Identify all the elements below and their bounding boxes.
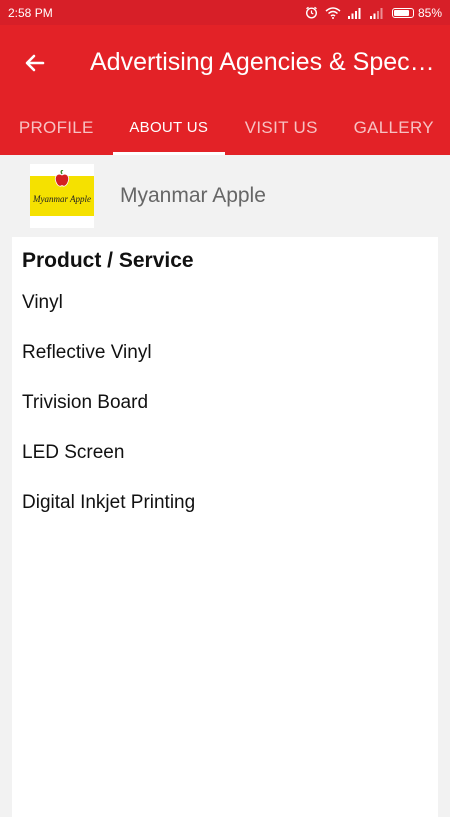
company-header: Myanmar Apple Myanmar Apple — [0, 155, 450, 237]
product-service-card: Product / Service VinylReflective VinylT… — [12, 237, 438, 817]
tab-about-us[interactable]: ABOUT US — [113, 100, 226, 155]
status-icons: 85% — [305, 6, 442, 20]
tab-visit-us[interactable]: VISIT US — [225, 100, 338, 155]
status-time: 2:58 PM — [8, 6, 53, 20]
battery-icon — [392, 8, 414, 18]
battery-percent: 85% — [418, 6, 442, 20]
product-list: VinylReflective VinylTrivision BoardLED … — [22, 291, 428, 541]
logo-badge: Myanmar Apple — [30, 176, 94, 216]
signal-icon-2 — [370, 7, 385, 19]
status-bar: 2:58 PM 85% — [0, 0, 450, 25]
apple-icon — [53, 170, 71, 188]
company-logo: Myanmar Apple — [30, 164, 94, 228]
tab-profile[interactable]: PROFILE — [0, 100, 113, 155]
section-heading: Product / Service — [22, 249, 428, 273]
signal-icon — [348, 7, 363, 19]
alarm-icon — [305, 6, 318, 19]
arrow-left-icon — [23, 51, 47, 75]
tab-gallery[interactable]: GALLERY — [338, 100, 450, 155]
list-item: LED Screen — [22, 441, 428, 491]
list-item: Reflective Vinyl — [22, 341, 428, 391]
back-button[interactable] — [0, 25, 70, 100]
battery-indicator: 85% — [392, 6, 442, 20]
list-item: Digital Inkjet Printing — [22, 491, 428, 541]
tab-bar: PROFILEABOUT USVISIT USGALLERY — [0, 100, 450, 155]
company-name: Myanmar Apple — [120, 184, 266, 208]
list-item: Vinyl — [22, 291, 428, 341]
wifi-icon — [325, 7, 341, 19]
page-title: Advertising Agencies & Specialists — [90, 48, 435, 77]
logo-text: Myanmar Apple — [33, 194, 91, 204]
list-item: Trivision Board — [22, 391, 428, 441]
battery-fill — [394, 10, 409, 16]
app-bar: Advertising Agencies & Specialists — [0, 25, 450, 100]
